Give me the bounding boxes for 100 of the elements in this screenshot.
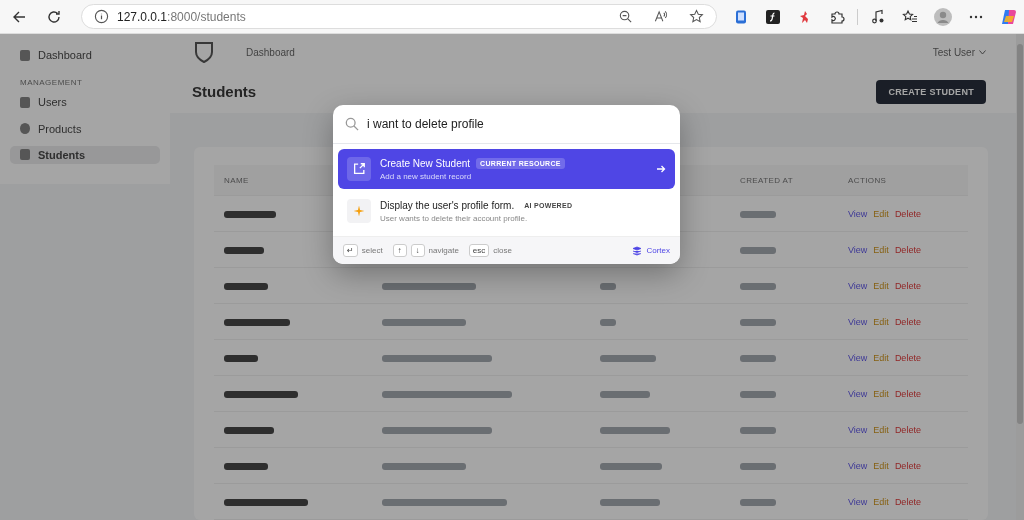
keyboard-key: esc	[468, 244, 490, 257]
sparkle-icon	[353, 205, 365, 217]
row-action-link[interactable]: View	[848, 208, 868, 219]
row-action-link[interactable]: View	[848, 388, 868, 399]
copilot-icon[interactable]	[1000, 7, 1018, 26]
result-title: Display the user's profile form.	[380, 199, 515, 211]
url-text: 127.0.0.1:8000/students	[117, 9, 246, 24]
blurred-text	[224, 354, 258, 362]
blurred-text	[224, 426, 274, 434]
column-header: ACTIONS	[848, 175, 888, 185]
row-action-link[interactable]: View	[848, 316, 868, 327]
blurred-text	[224, 282, 268, 290]
row-action-link[interactable]: Edit	[873, 388, 889, 399]
blurred-text	[600, 282, 616, 290]
blurred-text	[740, 426, 776, 434]
row-action-link[interactable]: Delete	[894, 208, 921, 219]
layers-icon	[632, 245, 643, 256]
keyboard-key: ↓	[410, 244, 425, 257]
function-icon[interactable]	[765, 8, 781, 25]
row-action-link[interactable]: View	[848, 244, 868, 255]
nav-icon	[20, 49, 30, 61]
row-action-link[interactable]: Delete	[894, 316, 921, 327]
search-field[interactable]: i want to delete profile	[367, 117, 668, 131]
row-action-link[interactable]: Edit	[873, 424, 889, 435]
keyboard-key: ↑	[392, 244, 407, 257]
result-description: User wants to delete their account profile.	[380, 213, 529, 223]
sidebar-item[interactable]: Users	[10, 93, 160, 112]
row-action-link[interactable]: Edit	[873, 244, 889, 255]
row-action-link[interactable]: View	[848, 496, 868, 507]
blurred-text	[600, 498, 660, 506]
arrow-right-icon	[656, 164, 666, 174]
read-aloud-icon[interactable]	[653, 9, 669, 24]
info-icon[interactable]	[94, 9, 109, 24]
row-action-link[interactable]: Delete	[894, 460, 921, 471]
blurred-text	[600, 318, 616, 326]
shield-logo-icon	[194, 41, 214, 64]
star-icon[interactable]	[689, 9, 704, 24]
blurred-text	[740, 282, 776, 290]
result-description: Add a new student record	[380, 171, 473, 181]
blurred-text	[600, 354, 656, 362]
music-icon[interactable]	[870, 8, 886, 25]
blurred-text	[600, 462, 662, 470]
row-action-link[interactable]: View	[848, 352, 868, 363]
blurred-text	[224, 210, 276, 218]
section-label: MANAGEMENT	[20, 78, 84, 88]
sidebar-item[interactable]: Students	[10, 145, 160, 164]
phone-icon[interactable]	[733, 8, 749, 25]
blurred-text	[740, 246, 776, 254]
favorites-icon[interactable]	[902, 8, 918, 25]
blurred-text	[224, 318, 290, 326]
column-header: CREATED AT	[740, 175, 795, 185]
shortcut-hint: navigate	[428, 246, 459, 255]
user-menu[interactable]: Test User	[932, 46, 975, 58]
search-icon	[345, 117, 359, 131]
row-action-link[interactable]: Edit	[873, 352, 889, 363]
blurred-text	[740, 318, 776, 326]
brand-label: Cortex	[646, 246, 670, 255]
keyboard-key: ↵	[343, 244, 358, 257]
sidebar-item[interactable]: Products	[10, 119, 160, 138]
puzzle-icon[interactable]	[829, 8, 845, 25]
column-header: NAME	[223, 175, 250, 185]
zoom-out-icon[interactable]	[618, 9, 633, 24]
result-title: Create New Student	[380, 157, 471, 169]
row-action-link[interactable]: View	[848, 460, 868, 471]
blurred-text	[740, 462, 776, 470]
row-action-link[interactable]: Delete	[894, 388, 921, 399]
row-action-link[interactable]: Delete	[894, 352, 921, 363]
reload-icon[interactable]	[46, 8, 62, 25]
row-action-link[interactable]: Edit	[873, 280, 889, 291]
shortcut-hint: select	[361, 246, 383, 255]
nav-icon	[20, 149, 30, 161]
blurred-text	[600, 426, 670, 434]
blurred-text	[224, 462, 268, 470]
breadcrumb[interactable]: Dashboard	[246, 46, 295, 58]
nav-icon	[20, 123, 30, 135]
nav-icon	[20, 96, 30, 108]
row-action-link[interactable]: Delete	[894, 424, 921, 435]
chevron-down-icon[interactable]	[979, 49, 986, 55]
profile-avatar[interactable]	[934, 7, 952, 26]
page-title: Students	[192, 83, 257, 101]
row-action-link[interactable]: Delete	[894, 244, 921, 255]
blurred-text	[740, 210, 776, 218]
scrollbar[interactable]	[1016, 34, 1024, 520]
blurred-text	[740, 354, 776, 362]
row-action-link[interactable]: Delete	[894, 280, 921, 291]
shortcut-hint: close	[493, 246, 512, 255]
blurred-text	[740, 498, 776, 506]
row-action-link[interactable]: Edit	[873, 460, 889, 471]
row-action-link[interactable]: View	[848, 280, 868, 291]
sidebar-item[interactable]: Dashboard	[10, 46, 160, 65]
row-action-link[interactable]: Edit	[873, 208, 889, 219]
create-student-button[interactable]: CREATE STUDENT	[876, 79, 986, 104]
row-action-link[interactable]: Edit	[873, 496, 889, 507]
row-action-link[interactable]: View	[848, 424, 868, 435]
blurred-text	[224, 246, 264, 254]
address-bar[interactable]: 127.0.0.1:8000/students	[81, 4, 717, 29]
blurred-text	[740, 390, 776, 398]
row-action-link[interactable]: Delete	[894, 496, 921, 507]
blurred-text	[600, 390, 650, 398]
row-action-link[interactable]: Edit	[873, 316, 889, 327]
